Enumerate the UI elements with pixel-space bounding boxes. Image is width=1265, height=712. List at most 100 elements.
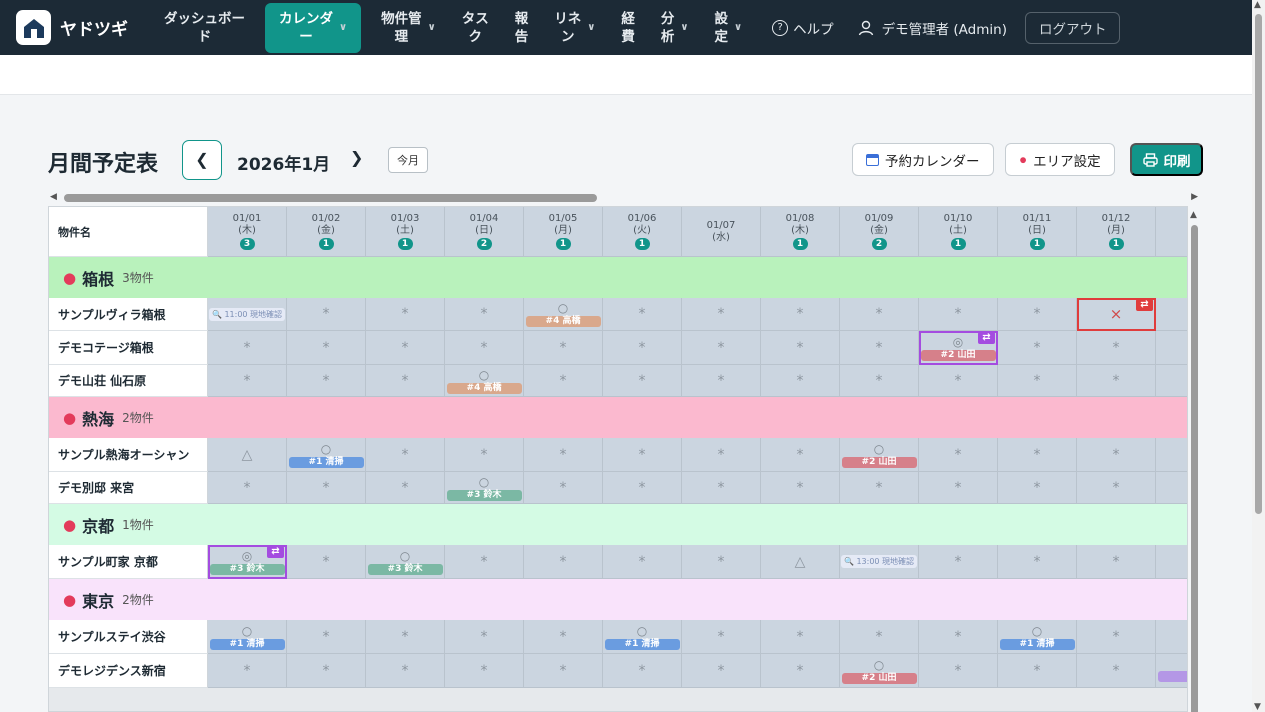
schedule-cell[interactable]: * [919,654,998,688]
schedule-cell[interactable]: * [366,654,445,688]
scroll-up-icon[interactable]: ▲ [1190,210,1197,220]
schedule-cell[interactable]: * [366,620,445,654]
schedule-cell[interactable]: * [919,620,998,654]
assignment-tag[interactable]: #1 清掃 [288,456,364,468]
schedule-cell[interactable]: #5 [1156,654,1187,688]
area-header-row[interactable]: ● 箱根 3物件 [49,257,1187,298]
schedule-cell[interactable]: * [840,331,919,365]
schedule-cell[interactable]: * [445,654,524,688]
schedule-cell[interactable]: * [919,545,998,579]
schedule-cell[interactable]: △ [208,438,287,472]
schedule-cell[interactable]: * [445,331,524,365]
schedule-cell[interactable]: * [287,620,366,654]
schedule-cell[interactable]: * [682,331,761,365]
property-name[interactable]: デモ別邸 来宮 [49,472,208,504]
schedule-cell[interactable] [1156,365,1187,397]
horizontal-scroll-thumb[interactable] [64,194,597,202]
schedule-cell[interactable]: ○ #1 清掃 [603,620,682,654]
schedule-cell[interactable]: * [682,438,761,472]
schedule-cell[interactable]: × ⇄ [1077,298,1156,331]
schedule-cell[interactable]: * [287,298,366,331]
schedule-cell[interactable]: * [287,331,366,365]
print-button[interactable]: 印刷 [1130,143,1203,176]
schedule-cell[interactable]: * [603,438,682,472]
schedule-cell[interactable]: * [524,331,603,365]
horizontal-scrollbar[interactable]: ◀ ▶ [48,192,1200,204]
nav-item-6[interactable]: 経費 [615,3,641,53]
schedule-cell[interactable]: * [682,545,761,579]
schedule-cell[interactable]: * [287,365,366,397]
schedule-cell[interactable]: ○ #1 清掃 [287,438,366,472]
assignment-tag[interactable]: #4 高橋 [446,382,522,394]
schedule-cell[interactable]: * [603,298,682,331]
schedule-cell[interactable]: * [1077,438,1156,472]
schedule-cell[interactable]: * [208,654,287,688]
schedule-cell[interactable] [1156,438,1187,472]
schedule-cell[interactable]: * [1077,331,1156,365]
day-header[interactable]: 01/12 (月) 1 [1077,207,1156,257]
inspection-memo[interactable]: 🔍 13:00 現地確認 [840,555,918,568]
nav-item-5[interactable]: リネン ∨ [548,3,601,53]
property-name[interactable]: デモ山荘 仙石原 [49,365,208,397]
schedule-cell[interactable]: * [445,545,524,579]
schedule-cell[interactable]: * [366,365,445,397]
schedule-cell[interactable]: ◎ #2 山田 ⇄ [919,331,998,365]
assignment-tag[interactable]: #2 山田 [841,672,917,684]
schedule-cell[interactable]: * [208,472,287,504]
schedule-cell[interactable]: 🔍 13:00 現地確認 [840,545,919,579]
assignment-tag[interactable]: #1 清掃 [999,638,1075,650]
schedule-cell[interactable]: * [998,298,1077,331]
schedule-cell[interactable]: ○ #4 高橋 [524,298,603,331]
day-header[interactable]: 01/11 (日) 1 [998,207,1077,257]
schedule-cell[interactable]: * [366,472,445,504]
schedule-cell[interactable]: * [524,472,603,504]
assignment-tag[interactable]: #5 [1157,671,1187,682]
logout-button[interactable]: ログアウト [1024,11,1121,44]
nav-item-3[interactable]: タスク [456,3,495,53]
schedule-cell[interactable]: * [1077,620,1156,654]
schedule-cell[interactable]: * [919,298,998,331]
day-header[interactable]: 01/05 (月) 1 [524,207,603,257]
schedule-cell[interactable]: * [445,298,524,331]
schedule-cell[interactable]: * [682,472,761,504]
schedule-cell[interactable]: * [524,654,603,688]
schedule-cell[interactable]: * [524,365,603,397]
schedule-cell[interactable]: * [998,365,1077,397]
nav-item-2[interactable]: 物件管理 ∨ [375,3,442,53]
scroll-left-icon[interactable]: ◀ [50,192,57,202]
schedule-cell[interactable]: * [445,620,524,654]
next-month-button[interactable]: ❯ [350,148,363,167]
area-header-row[interactable]: ● 熱海 2物件 [49,397,1187,438]
swap-icon[interactable]: ⇄ [267,546,284,558]
schedule-cell[interactable]: * [998,654,1077,688]
day-header[interactable]: 01/03 (土) 1 [366,207,445,257]
schedule-cell[interactable]: * [366,438,445,472]
swap-icon[interactable]: ⇄ [1136,299,1153,311]
nav-item-4[interactable]: 報告 [509,3,535,53]
assignment-tag[interactable]: #4 高橋 [525,316,601,327]
schedule-cell[interactable]: ◎ #3 鈴木 ⇄ [208,545,287,579]
schedule-cell[interactable]: * [840,365,919,397]
schedule-cell[interactable]: ○ #2 山田 [840,654,919,688]
schedule-cell[interactable]: * [682,298,761,331]
help-link[interactable]: ? ヘルプ [772,18,834,38]
page-vertical-scrollbar[interactable]: ▲ ▼ [1252,0,1265,712]
schedule-cell[interactable]: * [761,298,840,331]
schedule-cell[interactable]: * [919,472,998,504]
schedule-cell[interactable]: * [998,331,1077,365]
schedule-cell[interactable]: * [840,298,919,331]
schedule-cell[interactable]: △ [761,545,840,579]
schedule-cell[interactable]: * [287,472,366,504]
assignment-tag[interactable]: #3 鈴木 [209,563,285,575]
inspection-memo[interactable]: 🔍 11:00 現地確認 [208,307,286,321]
schedule-cell[interactable]: * [603,654,682,688]
area-header-row[interactable]: ● 東京 2物件 [49,579,1187,620]
schedule-cell[interactable]: * [524,438,603,472]
schedule-cell[interactable]: * [524,545,603,579]
schedule-cell[interactable]: * [524,620,603,654]
user-menu[interactable]: デモ管理者 (Admin) [858,18,1007,38]
schedule-cell[interactable] [1156,331,1187,365]
assignment-tag[interactable]: #1 清掃 [209,638,285,650]
schedule-cell[interactable]: * [208,331,287,365]
schedule-cell[interactable]: ○ #3 鈴木 [366,545,445,579]
